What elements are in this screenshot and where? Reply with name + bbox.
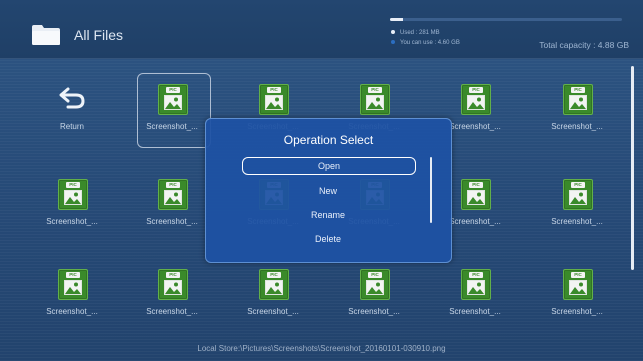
storage-available-legend: You can use : 4.60 GB [391,40,460,46]
file-item-label: Screenshot_... [348,307,400,316]
image-thumbnail-icon [265,95,283,110]
picture-icon: PIC [58,179,88,210]
picture-icon: PIC [259,84,289,115]
image-thumbnail-icon [64,190,82,205]
picture-icon: PIC [158,179,188,210]
folder-icon [32,25,60,45]
file-item[interactable]: PIC Screenshot_... [27,168,117,240]
file-item[interactable]: PIC Screenshot_... [532,258,622,330]
file-item[interactable]: PIC Screenshot_... [532,168,622,240]
image-thumbnail-icon [467,95,485,110]
picture-icon: PIC [461,179,491,210]
pic-tag: PIC [571,87,585,93]
image-thumbnail-icon [467,190,485,205]
pic-tag: PIC [469,182,483,188]
pic-tag: PIC [166,272,180,278]
file-item[interactable]: PIC Screenshot_... [532,73,622,145]
image-thumbnail-icon [164,280,182,295]
file-item-label: Screenshot_... [247,307,299,316]
file-item[interactable]: PIC Screenshot_... [127,258,217,330]
picture-icon: PIC [158,269,188,300]
file-item[interactable]: PIC Screenshot_... [430,258,520,330]
dialog-title: Operation Select [283,133,374,147]
storage-used-label: Used : 281 MB [400,30,440,36]
operation-select-dialog: Operation Select Open New Rename Delete [205,118,452,263]
grid-scrollbar[interactable] [631,66,634,270]
picture-icon: PIC [563,84,593,115]
file-item-label: Screenshot_... [551,217,603,226]
picture-icon: PIC [360,84,390,115]
pic-tag: PIC [267,272,281,278]
image-thumbnail-icon [164,190,182,205]
file-item-label: Screenshot_... [146,307,198,316]
page-title: All Files [74,27,124,43]
file-item-label: Screenshot_... [551,307,603,316]
option-new[interactable]: New [242,182,414,200]
total-capacity: Total capacity : 4.88 GB [539,40,629,50]
file-item-label: Screenshot_... [449,307,501,316]
pic-tag: PIC [469,272,483,278]
file-item-label: Screenshot_... [146,217,198,226]
pic-tag: PIC [571,272,585,278]
pic-tag: PIC [368,87,382,93]
picture-icon: PIC [563,269,593,300]
image-thumbnail-icon [569,95,587,110]
file-item[interactable]: PIC Screenshot_... [27,258,117,330]
file-item[interactable]: PIC Screenshot_... [329,258,419,330]
option-delete[interactable]: Delete [242,230,414,248]
file-item-label: Screenshot_... [551,122,603,131]
file-path-status: Local Store:\Pictures\Screenshots\Screen… [197,344,446,353]
option-rename[interactable]: Rename [242,206,414,224]
selection-highlight [137,73,211,148]
storage-used-fill [390,18,403,21]
picture-icon: PIC [563,179,593,210]
pic-tag: PIC [469,87,483,93]
pic-tag: PIC [166,182,180,188]
image-thumbnail-icon [265,280,283,295]
image-thumbnail-icon [569,280,587,295]
storage-used-legend: Used : 281 MB [391,30,440,36]
image-thumbnail-icon [64,280,82,295]
pic-tag: PIC [267,87,281,93]
pic-tag: PIC [66,272,80,278]
return-item[interactable]: Return [27,73,117,145]
storage-available-label: You can use : 4.60 GB [400,40,460,46]
picture-icon: PIC [360,269,390,300]
return-icon [59,87,85,109]
file-item[interactable]: PIC Screenshot_... [127,168,217,240]
option-open[interactable]: Open [242,157,416,175]
picture-icon: PIC [58,269,88,300]
image-thumbnail-icon [366,280,384,295]
image-thumbnail-icon [366,95,384,110]
picture-icon: PIC [259,269,289,300]
storage-usage-bar [390,18,622,21]
picture-icon: PIC [461,269,491,300]
used-dot-icon [391,30,395,35]
file-item-label: Return [59,122,84,131]
available-dot-icon [391,40,395,45]
dialog-scrollbar[interactable] [430,157,432,223]
pic-tag: PIC [368,272,382,278]
file-item-label: Screenshot_... [46,217,98,226]
picture-icon: PIC [461,84,491,115]
file-item[interactable]: PIC Screenshot_... [228,258,318,330]
image-thumbnail-icon [569,190,587,205]
file-item-label: Screenshot_... [46,307,98,316]
image-thumbnail-icon [467,280,485,295]
header-bar: All Files Used : 281 MB You can use : 4.… [0,0,643,59]
pic-tag: PIC [66,182,80,188]
pic-tag: PIC [571,182,585,188]
